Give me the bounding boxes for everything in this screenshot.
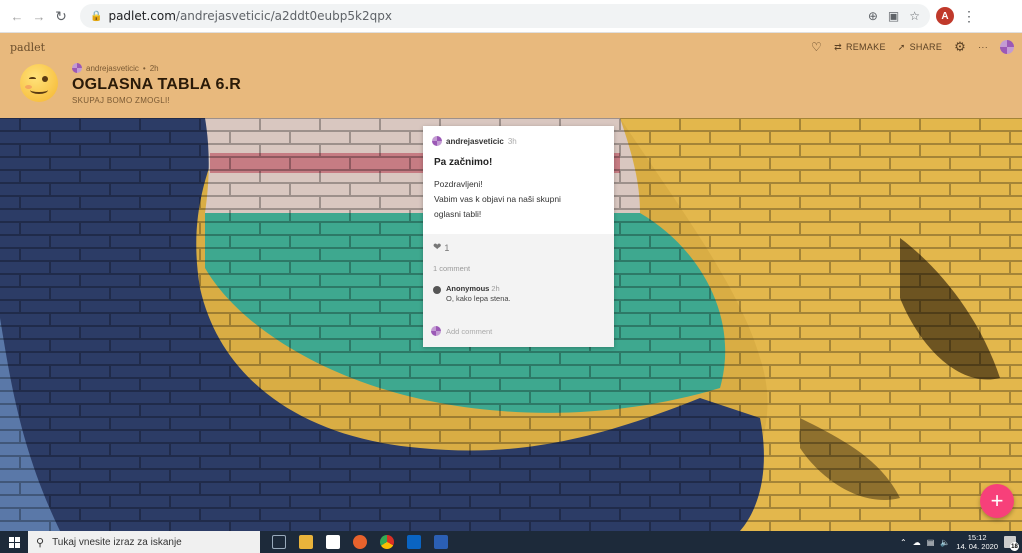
kebab-menu-icon[interactable]: ⋮	[962, 8, 976, 25]
tray-chevron-icon[interactable]: ⌃	[900, 538, 907, 547]
profile-avatar[interactable]: A	[936, 7, 954, 25]
extension-icon[interactable]: ⊕	[868, 9, 878, 23]
search-icon: ⚲	[36, 536, 45, 549]
windows-start-icon[interactable]	[0, 531, 28, 553]
add-comment-field[interactable]: Add comment	[431, 326, 492, 336]
board-subtitle: SKUPAJ BOMO ZMOGLI!	[72, 96, 171, 105]
browser-toolbar: ← → ↻ 🔒 padlet.com/andrejasveticic/a2ddt…	[0, 0, 1022, 33]
add-post-button[interactable]: +	[980, 484, 1014, 518]
task-view-icon[interactable]	[272, 535, 286, 549]
post-body-line: oglasni tabli!	[434, 209, 482, 219]
address-bar[interactable]: 🔒 padlet.com/andrejasveticic/a2ddt0eubp5…	[80, 4, 930, 28]
like-board-heart-icon[interactable]: ♡	[811, 40, 822, 54]
forward-icon[interactable]: →	[30, 7, 48, 25]
share-arrow-icon: ➚	[897, 41, 906, 52]
current-user-avatar	[431, 326, 441, 336]
file-explorer-icon[interactable]	[299, 535, 313, 549]
url-text: padlet.com/andrejasveticic/a2ddt0eubp5k2…	[108, 9, 392, 23]
firefox-icon[interactable]	[353, 535, 367, 549]
post-author-avatar	[432, 136, 442, 146]
volume-icon[interactable]: 🔈	[940, 538, 950, 547]
post-body-line: Vabim vas k objavi na naši skupni	[434, 194, 561, 204]
post-body-line: Pozdravljeni!	[434, 179, 483, 189]
user-avatar[interactable]	[1000, 40, 1014, 54]
translate-icon[interactable]: ▣	[888, 9, 899, 23]
post-body: Pozdravljeni! Vabim vas k objavi na naši…	[434, 177, 604, 222]
search-placeholder: Tukaj vnesite izraz za iskanje	[52, 536, 182, 548]
padlet-logo[interactable]: padlet	[10, 41, 45, 54]
remake-label: REMAKE	[845, 42, 886, 52]
comment-item: Anonymous 2h O, kako lepa stena.	[433, 284, 511, 303]
system-tray: ⌃ ☁ ▤ 🔈 15:12 14. 04. 2020 18	[900, 533, 1022, 551]
board-wink-emoji-icon	[20, 64, 58, 102]
chrome-icon[interactable]	[380, 535, 394, 549]
share-label: SHARE	[909, 42, 943, 52]
like-count: 1	[444, 242, 450, 253]
wall-background: andrejasveticic 3h Pa začnimo! Pozdravlj…	[0, 118, 1022, 531]
remake-icon: ⇄	[834, 41, 842, 52]
comment-author: Anonymous 2h	[446, 284, 500, 293]
taskbar-apps	[272, 535, 448, 549]
post-author[interactable]: andrejasveticic	[446, 137, 504, 146]
like-button[interactable]: ❤ 1	[433, 242, 449, 253]
padlet-header: padlet ♡ ⇄ REMAKE ➚ SHARE ⚙ ··· andrejasve…	[0, 33, 1022, 118]
comments-count[interactable]: 1 comment	[433, 264, 470, 273]
store-icon[interactable]	[326, 535, 340, 549]
add-comment-placeholder: Add comment	[446, 326, 493, 336]
network-icon[interactable]: ▤	[927, 538, 935, 547]
onedrive-icon[interactable]: ☁	[913, 538, 921, 547]
anonymous-avatar-icon	[433, 286, 441, 294]
post-title: Pa začnimo!	[434, 157, 493, 168]
windows-taskbar: ⚲ Tukaj vnesite izraz za iskanje ⌃ ☁ ▤ 🔈…	[0, 531, 1022, 553]
clock[interactable]: 15:12 14. 04. 2020	[956, 533, 998, 551]
post-footer: ❤ 1 1 comment Anonymous 2h O, kako lepa s…	[423, 234, 614, 347]
heart-icon: ❤	[433, 242, 442, 253]
remake-button[interactable]: ⇄ REMAKE	[834, 42, 886, 53]
reload-icon[interactable]: ↻	[52, 7, 70, 25]
lock-icon: 🔒	[90, 10, 103, 22]
share-button[interactable]: ➚ SHARE	[898, 42, 942, 53]
board-title: OGLASNA TABLA 6.R	[72, 76, 242, 93]
word-icon[interactable]	[434, 535, 448, 549]
board-time: 2h	[149, 63, 159, 73]
post-time: 3h	[507, 136, 517, 146]
board-author-meta: andrejasveticic • 2h	[72, 63, 159, 73]
dot-separator: •	[142, 63, 146, 73]
more-options-button[interactable]: ···	[978, 42, 988, 52]
post-header: andrejasveticic 3h	[432, 136, 517, 146]
settings-gear-icon[interactable]: ⚙	[954, 39, 966, 55]
back-icon[interactable]: ←	[8, 7, 26, 25]
author-avatar	[72, 63, 82, 73]
comment-text: O, kako lepa stena.	[446, 294, 511, 303]
taskbar-search[interactable]: ⚲ Tukaj vnesite izraz za iskanje	[28, 531, 260, 553]
notification-center-icon[interactable]: 18	[1004, 536, 1019, 551]
board-author[interactable]: andrejasveticic	[86, 64, 139, 73]
outlook-icon[interactable]	[407, 535, 421, 549]
post-card[interactable]: andrejasveticic 3h Pa začnimo! Pozdravlj…	[423, 126, 614, 347]
header-actions: ♡ ⇄ REMAKE ➚ SHARE ⚙ ···	[811, 39, 1014, 55]
star-icon[interactable]: ☆	[909, 9, 920, 23]
